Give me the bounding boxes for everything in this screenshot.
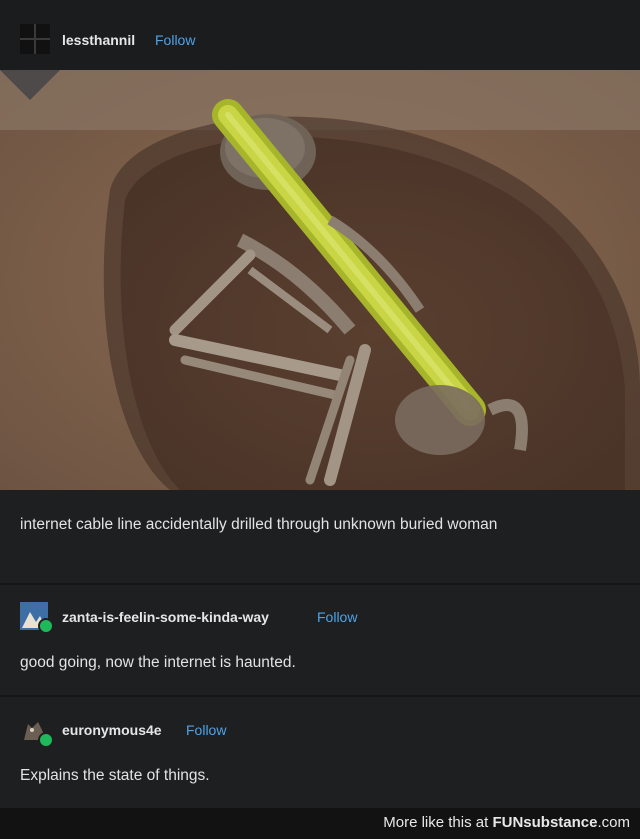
cat-avatar-icon[interactable] xyxy=(20,716,54,748)
post-username[interactable]: lessthannil xyxy=(62,32,135,48)
reply-text: Explains the state of things. xyxy=(20,767,210,784)
badge-icon xyxy=(38,732,54,748)
follow-button[interactable]: Follow xyxy=(317,609,357,625)
post-card: lessthannil Follow internet cable line a… xyxy=(0,0,640,808)
divider xyxy=(0,583,640,585)
post-header: lessthannil Follow xyxy=(0,0,640,70)
grid-avatar-icon[interactable] xyxy=(20,24,50,54)
watermark-brand: FUNsubstance xyxy=(492,814,598,831)
watermark-suffix: .com xyxy=(597,814,630,831)
watermark-text[interactable]: More like this at FUNsubstance.com xyxy=(383,814,630,831)
watermark-footer: More like this at FUNsubstance.com xyxy=(0,808,640,839)
reply-text: good going, now the internet is haunted. xyxy=(20,654,296,671)
badge-icon xyxy=(38,618,54,634)
follow-button[interactable]: Follow xyxy=(186,722,226,738)
post-caption: internet cable line accidentally drilled… xyxy=(20,516,498,533)
divider xyxy=(0,695,640,697)
reply-username[interactable]: zanta-is-feelin-some-kinda-way xyxy=(62,609,269,625)
landscape-avatar-icon[interactable] xyxy=(20,602,54,634)
post-photo xyxy=(0,70,640,490)
skeleton-photo-illustration xyxy=(0,70,640,490)
watermark-prefix: More like this at xyxy=(383,814,493,831)
reply-username[interactable]: euronymous4e xyxy=(62,722,162,738)
follow-button[interactable]: Follow xyxy=(155,32,195,48)
